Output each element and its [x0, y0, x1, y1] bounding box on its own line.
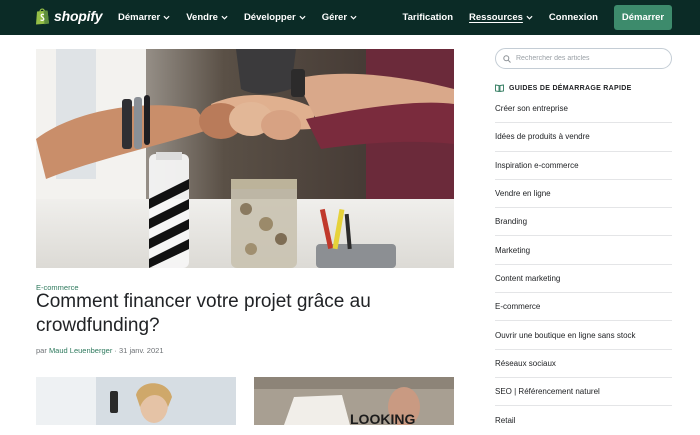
shopify-logo[interactable]: shopify	[35, 7, 103, 25]
guide-item[interactable]: Marketing	[495, 236, 672, 265]
nav-resources-label: Ressources	[469, 12, 523, 23]
guide-item[interactable]: Content marketing	[495, 265, 672, 294]
nav-login[interactable]: Connexion	[549, 12, 598, 23]
article-date: 31 janv. 2021	[119, 346, 164, 355]
nav-pricing-label: Tarification	[402, 12, 454, 23]
shopping-bag-icon	[36, 8, 49, 25]
brand-name: shopify	[54, 8, 103, 24]
book-icon	[495, 84, 504, 92]
byline-separator: ·	[114, 346, 117, 355]
guide-item[interactable]: Créer son entreprise	[495, 95, 672, 124]
guide-item[interactable]: Inspiration e-commerce	[495, 152, 672, 180]
chevron-down-icon	[299, 15, 306, 20]
article-search[interactable]	[495, 48, 672, 69]
chevron-down-icon	[163, 15, 170, 20]
author-link[interactable]: Maud Leuenberger	[49, 346, 112, 355]
chevron-down-icon	[350, 15, 357, 20]
nav-demarrer[interactable]: Démarrer	[118, 12, 170, 23]
nav-developper-label: Développer	[243, 12, 296, 23]
shirt-print-text: LOOKING	[350, 411, 415, 425]
nav-developper[interactable]: Développer	[244, 12, 306, 23]
article-title[interactable]: Comment financer votre projet grâce au c…	[36, 290, 456, 338]
nav-login-label: Connexion	[548, 12, 598, 23]
top-navigation: shopify Démarrer Vendre Développer Gérer…	[0, 0, 700, 35]
guide-item[interactable]: Retail	[495, 406, 672, 434]
nav-gerer-label: Gérer	[321, 12, 348, 23]
nav-pricing[interactable]: Tarification	[403, 12, 454, 23]
byline-prefix: par	[36, 346, 47, 355]
primary-menu: Démarrer Vendre Développer Gérer	[118, 0, 357, 35]
woman-phone-photo	[36, 377, 236, 425]
secondary-menu: Tarification Ressources Connexion Démarr…	[403, 0, 700, 35]
guide-item[interactable]: Vendre en ligne	[495, 180, 672, 209]
related-article-image-1[interactable]	[36, 377, 236, 425]
nav-vendre[interactable]: Vendre	[186, 12, 228, 23]
chevron-down-icon	[221, 15, 228, 20]
nav-demarrer-label: Démarrer	[118, 12, 161, 23]
nav-vendre-label: Vendre	[186, 12, 218, 23]
guide-item[interactable]: Branding	[495, 208, 672, 237]
start-button[interactable]: Démarrer	[614, 5, 672, 30]
guides-list: Créer son entreprise Idées de produits à…	[495, 95, 672, 435]
search-input[interactable]	[516, 55, 666, 62]
related-article-image-2[interactable]: LOOKING	[254, 377, 454, 425]
chevron-down-icon	[526, 15, 533, 20]
nav-resources[interactable]: Ressources	[469, 12, 533, 23]
clothing-store-photo: LOOKING	[254, 377, 454, 425]
guide-item[interactable]: Idées de produits à vendre	[495, 123, 672, 152]
quick-start-heading: GUIDES DE DÉMARRAGE RAPIDE	[495, 84, 632, 92]
guide-item[interactable]: Ouvrir une boutique en ligne sans stock	[495, 321, 672, 350]
guide-item[interactable]: E-commerce	[495, 293, 672, 322]
guide-item[interactable]: Réseaux sociaux	[495, 350, 672, 378]
article-hero-image[interactable]	[36, 49, 454, 268]
quick-start-heading-label: GUIDES DE DÉMARRAGE RAPIDE	[509, 84, 632, 92]
search-icon	[503, 54, 511, 63]
guide-item[interactable]: SEO | Référencement naturel	[495, 378, 672, 407]
fist-bump-photo	[36, 49, 454, 268]
article-byline: par Maud Leuenberger · 31 janv. 2021	[36, 346, 164, 355]
nav-gerer[interactable]: Gérer	[322, 12, 357, 23]
